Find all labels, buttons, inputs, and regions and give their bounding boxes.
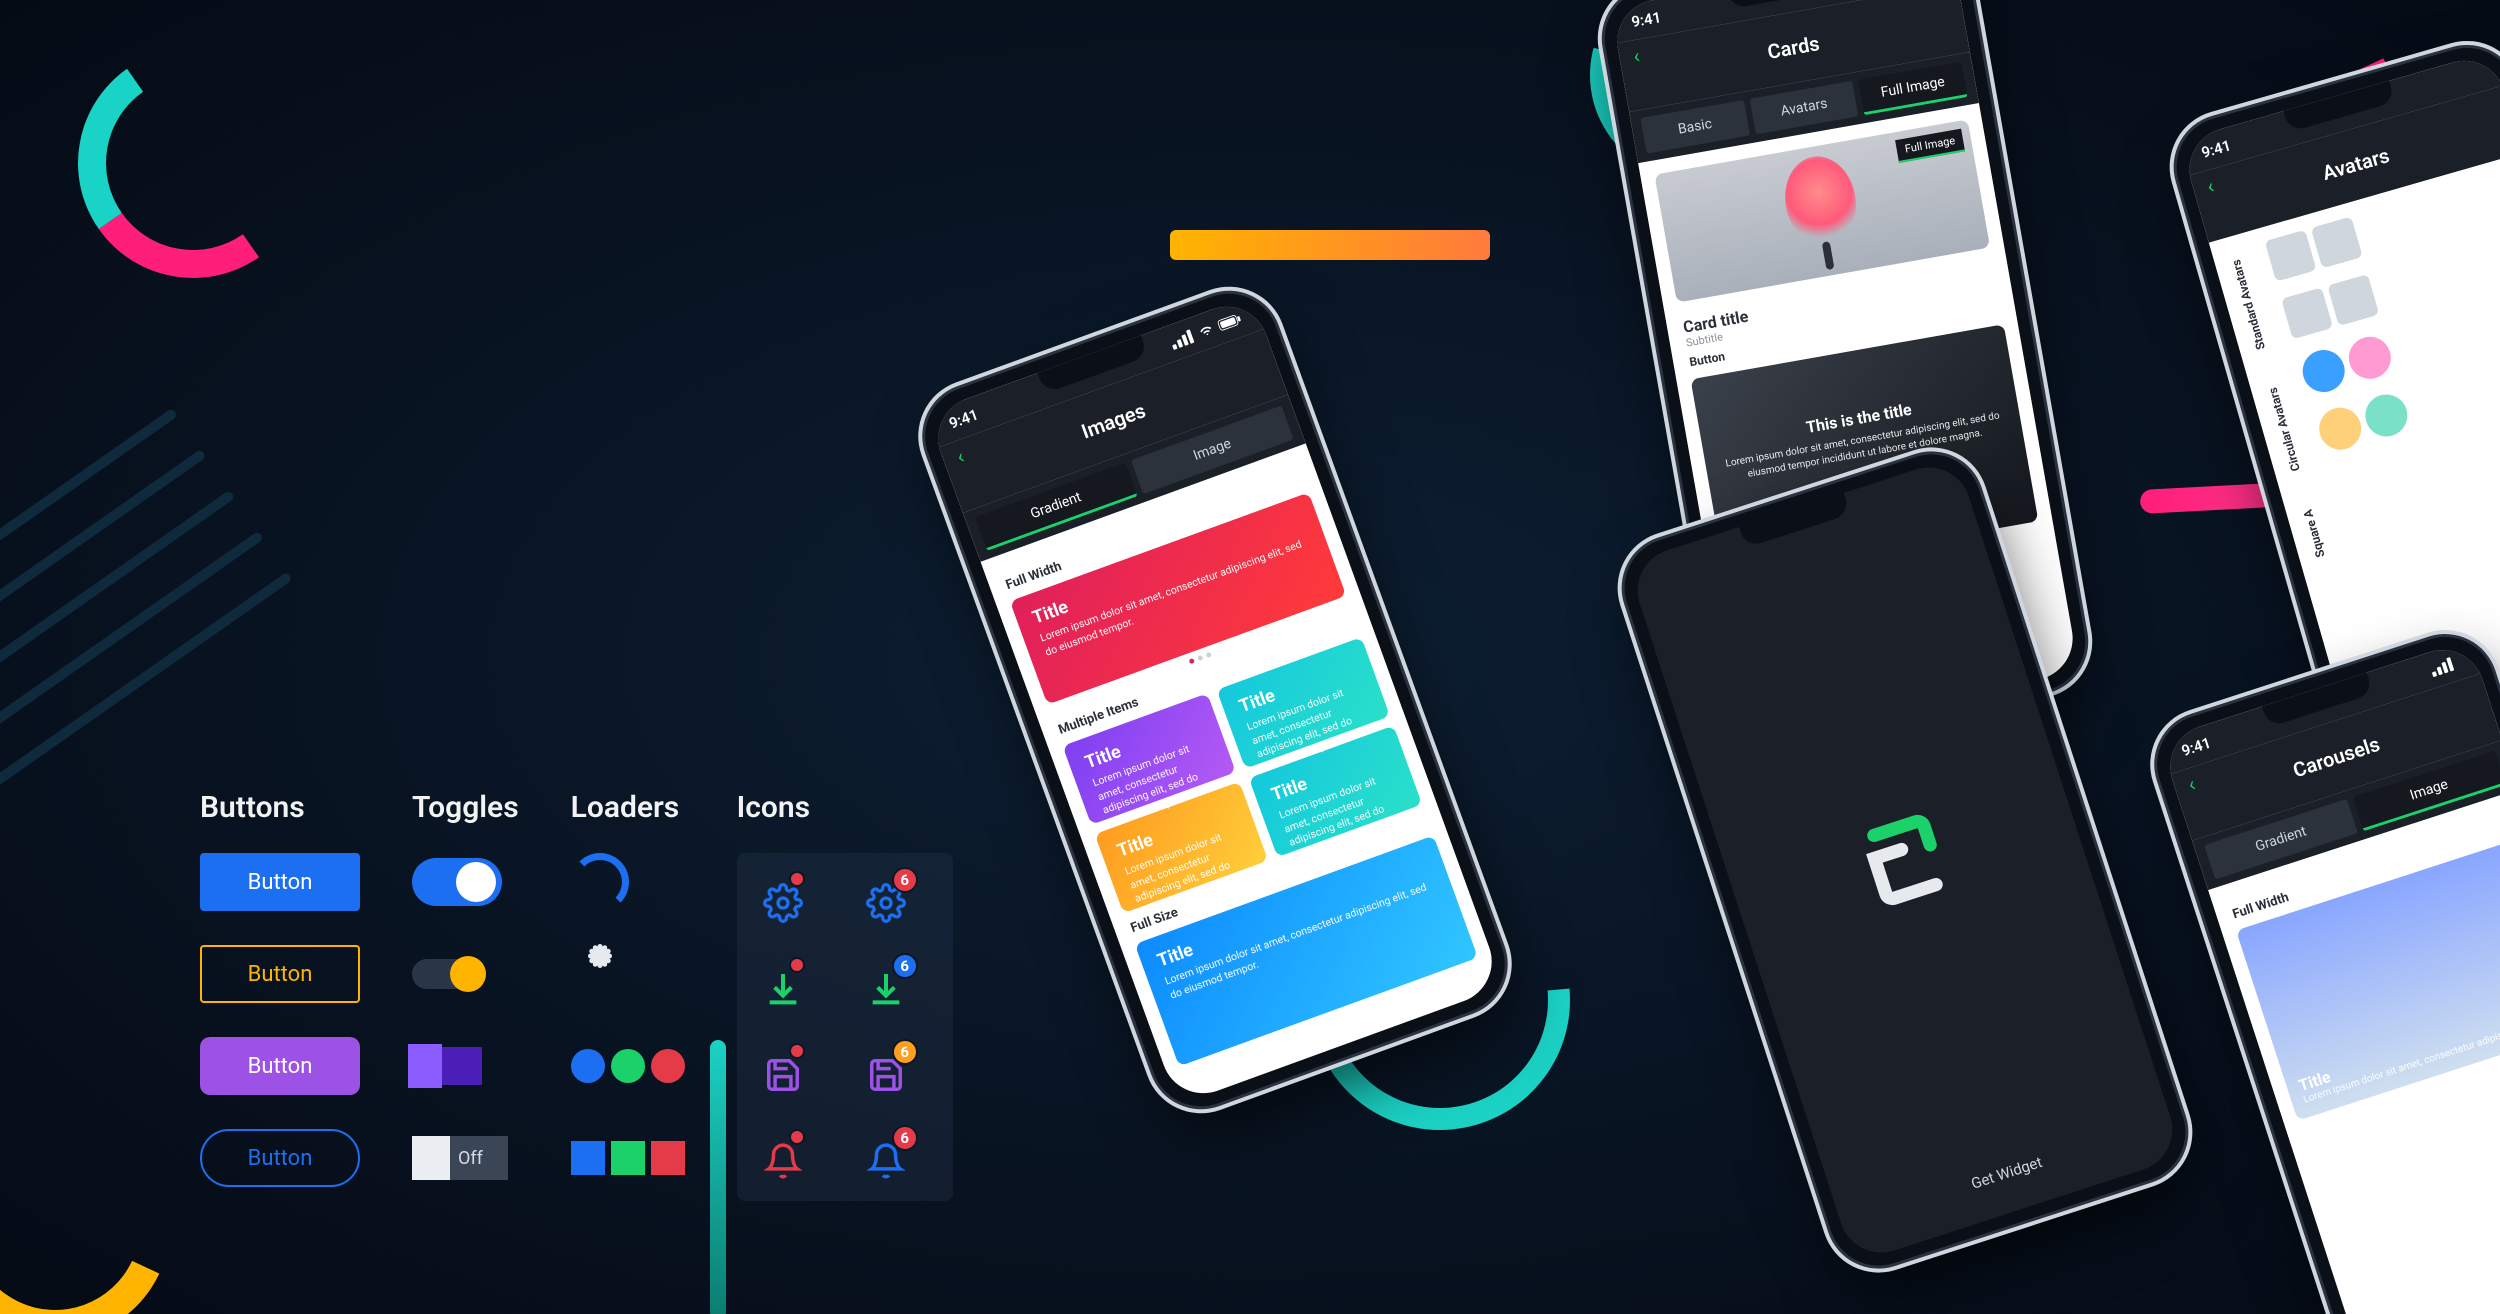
back-icon[interactable]: ‹ xyxy=(2204,174,2216,199)
icons-panel: 6 6 6 6 xyxy=(737,853,953,1201)
loader-dots xyxy=(571,1049,685,1083)
badge-dot xyxy=(789,1043,805,1059)
status-time: 9:41 xyxy=(2199,136,2233,162)
avatar xyxy=(2265,230,2317,282)
avatar xyxy=(2344,332,2396,384)
bg-bar xyxy=(1170,230,1490,260)
button-outline-yellow[interactable]: Button xyxy=(200,945,360,1003)
avatar xyxy=(2360,389,2412,441)
button-outline-blue[interactable]: Button xyxy=(200,1129,360,1187)
splash-screen: Get Widget xyxy=(1627,457,2184,1264)
avatar xyxy=(2298,345,2350,397)
icons-column: Icons 6 6 6 xyxy=(737,790,953,1221)
back-icon[interactable]: ‹ xyxy=(1631,44,1641,69)
badge-dot xyxy=(789,1129,805,1145)
buttons-column: Buttons Button Button Button Button xyxy=(200,790,360,1221)
button-solid-blue[interactable]: Button xyxy=(200,853,360,911)
gear-icon[interactable] xyxy=(757,877,809,929)
loader-spinner-spokes xyxy=(571,945,629,1003)
toggle-ios-on[interactable] xyxy=(412,858,502,906)
phone-images: 9:41 ‹Images Gradient Image Full Width T… xyxy=(911,280,1519,1121)
download-icon[interactable]: 6 xyxy=(860,963,912,1015)
image-carousel-card[interactable]: Title Lorem ipsum dolor sit amet, consec… xyxy=(2236,838,2500,1120)
avatar xyxy=(2314,403,2366,455)
back-icon[interactable]: ‹ xyxy=(2185,772,2198,797)
battery-icon xyxy=(1216,312,1243,331)
bell-icon[interactable] xyxy=(757,1135,809,1187)
wifi-icon xyxy=(1196,321,1218,340)
badge-count: 6 xyxy=(892,867,918,893)
button-solid-purple[interactable]: Button xyxy=(200,1037,360,1095)
toggle-pill-on[interactable] xyxy=(412,959,482,989)
screen-title: Carousels xyxy=(2290,732,2383,783)
section-label: Square A xyxy=(2300,504,2340,559)
loader-spinner-ring xyxy=(571,853,629,911)
toggle-square[interactable] xyxy=(412,1047,482,1085)
badge-dot xyxy=(789,871,805,887)
status-time: 9:41 xyxy=(947,405,981,432)
toggles-column: Toggles Off xyxy=(412,790,519,1221)
showcase: Buttons Button Button Button Button Togg… xyxy=(200,790,953,1221)
loaders-column: Loaders xyxy=(571,790,685,1221)
phone-carousel: 9:41 ‹Carousels Gradient Image Full Widt… xyxy=(2144,624,2500,1314)
loader-squares xyxy=(571,1141,685,1175)
signal-icon xyxy=(1169,329,1194,350)
smoke-graphic xyxy=(1778,151,1863,252)
figure-graphic xyxy=(1821,241,1834,270)
back-icon[interactable]: ‹ xyxy=(953,444,967,469)
avatar xyxy=(2311,216,2363,268)
bell-icon[interactable]: 6 xyxy=(860,1135,912,1187)
toggle-label-off[interactable]: Off xyxy=(412,1136,508,1180)
loaders-heading: Loaders xyxy=(571,790,685,825)
gear-icon[interactable]: 6 xyxy=(860,877,912,929)
avatar xyxy=(2327,274,2379,326)
badge-count: 6 xyxy=(892,953,918,979)
download-icon[interactable] xyxy=(757,963,809,1015)
bg-ring xyxy=(60,30,326,296)
toggle-off-label: Off xyxy=(458,1148,483,1169)
signal-icon xyxy=(2429,657,2454,677)
card-chip: Full Image xyxy=(1895,129,1965,163)
badge-dot xyxy=(789,957,805,973)
screen-title: Images xyxy=(1078,398,1149,443)
status-time: 9:41 xyxy=(2179,734,2213,760)
avatar xyxy=(2281,287,2333,339)
phone-splash: Get Widget xyxy=(1612,441,2199,1278)
screen-title: Cards xyxy=(1766,31,1822,64)
save-icon[interactable]: 6 xyxy=(860,1049,912,1101)
icons-heading: Icons xyxy=(737,790,953,825)
save-icon[interactable] xyxy=(757,1049,809,1101)
badge-count: 6 xyxy=(892,1125,918,1151)
bg-ring xyxy=(0,1078,202,1314)
app-logo xyxy=(1829,784,1980,935)
screen-title: Avatars xyxy=(2320,143,2392,185)
toggles-heading: Toggles xyxy=(412,790,519,825)
splash-label: Get Widget xyxy=(1969,1153,2044,1193)
status-time: 9:41 xyxy=(1630,8,1662,31)
bg-stripes xyxy=(0,408,316,842)
badge-count: 6 xyxy=(892,1039,918,1065)
buttons-heading: Buttons xyxy=(200,790,360,825)
